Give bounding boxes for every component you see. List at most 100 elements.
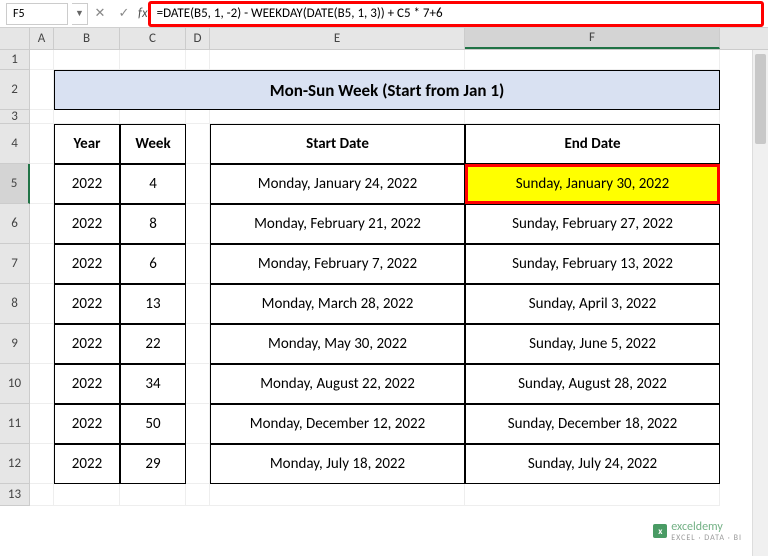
cell-B9[interactable]: 2022 (54, 324, 120, 364)
row-header-11[interactable]: 11 (0, 404, 30, 444)
cell-D10[interactable] (186, 364, 210, 404)
cell-A10[interactable] (30, 364, 54, 404)
cell-E12[interactable]: Monday, July 18, 2022 (210, 444, 465, 484)
cell-E5[interactable]: Monday, January 24, 2022 (210, 164, 465, 204)
cell-F5[interactable]: Sunday, January 30, 2022 (465, 164, 720, 204)
row-header-10[interactable]: 10 (0, 364, 30, 404)
cell-E4[interactable]: Start Date (210, 124, 465, 164)
cells-area[interactable]: Mon-Sun Week (Start from Jan 1) YearWeek S… (30, 50, 768, 506)
cell-B4[interactable]: Year (54, 124, 120, 164)
cell-E9[interactable]: Monday, May 30, 2022 (210, 324, 465, 364)
cell-D13[interactable] (186, 484, 210, 506)
fx-icon[interactable]: fx (138, 6, 148, 21)
name-box[interactable]: F5 (6, 3, 68, 25)
col-header-D[interactable]: D (186, 28, 210, 49)
cell-E3[interactable] (210, 110, 465, 124)
cell-A4[interactable] (30, 124, 54, 164)
row-header-8[interactable]: 8 (0, 284, 30, 324)
cell-B1[interactable] (54, 50, 120, 70)
col-header-C[interactable]: C (120, 28, 186, 49)
cell-C7[interactable]: 6 (120, 244, 186, 284)
cell-A5[interactable] (30, 164, 54, 204)
cell-D7[interactable] (186, 244, 210, 284)
cell-E13[interactable] (210, 484, 465, 506)
cell-A6[interactable] (30, 204, 54, 244)
cell-B12[interactable]: 2022 (54, 444, 120, 484)
cell-E1[interactable] (210, 50, 465, 70)
row-header-6[interactable]: 6 (0, 204, 30, 244)
cell-D8[interactable] (186, 284, 210, 324)
cell-B8[interactable]: 2022 (54, 284, 120, 324)
cell-A3[interactable] (30, 110, 54, 124)
row-header-9[interactable]: 9 (0, 324, 30, 364)
row-header-13[interactable]: 13 (0, 484, 30, 506)
row-header-5[interactable]: 5 (0, 164, 30, 204)
cell-F4[interactable]: End Date (465, 124, 720, 164)
cell-E10[interactable]: Monday, August 22, 2022 (210, 364, 465, 404)
cell-C11[interactable]: 50 (120, 404, 186, 444)
scrollbar-thumb[interactable] (755, 54, 766, 144)
select-all-corner[interactable] (0, 28, 30, 49)
cell-F12[interactable]: Sunday, July 24, 2022 (465, 444, 720, 484)
cell-B6[interactable]: 2022 (54, 204, 120, 244)
cell-A13[interactable] (30, 484, 54, 506)
cell-F11[interactable]: Sunday, December 18, 2022 (465, 404, 720, 444)
col-header-A[interactable]: A (30, 28, 54, 49)
cell-A1[interactable] (30, 50, 54, 70)
cell-D5[interactable] (186, 164, 210, 204)
cell-E6[interactable]: Monday, February 21, 2022 (210, 204, 465, 244)
cell-D4[interactable] (186, 124, 210, 164)
cell-B2[interactable]: Mon-Sun Week (Start from Jan 1) (54, 70, 720, 110)
cell-F13[interactable] (465, 484, 720, 506)
cell-B7[interactable]: 2022 (54, 244, 120, 284)
vertical-scrollbar[interactable] (752, 50, 768, 556)
cell-F8[interactable]: Sunday, April 3, 2022 (465, 284, 720, 324)
cell-D1[interactable] (186, 50, 210, 70)
cell-F1[interactable] (465, 50, 720, 70)
row-header-1[interactable]: 1 (0, 50, 30, 70)
cell-B3[interactable] (54, 110, 120, 124)
cell-C6[interactable]: 8 (120, 204, 186, 244)
row-header-2[interactable]: 2 (0, 70, 30, 110)
cell-A8[interactable] (30, 284, 54, 324)
cell-C5[interactable]: 4 (120, 164, 186, 204)
cell-D12[interactable] (186, 444, 210, 484)
cell-E8[interactable]: Monday, March 28, 2022 (210, 284, 465, 324)
cell-D11[interactable] (186, 404, 210, 444)
cell-C10[interactable]: 34 (120, 364, 186, 404)
cell-A12[interactable] (30, 444, 54, 484)
cell-A2[interactable] (30, 70, 54, 110)
col-header-B[interactable]: B (54, 28, 120, 49)
cell-E7[interactable]: Monday, February 7, 2022 (210, 244, 465, 284)
cell-B10[interactable]: 2022 (54, 364, 120, 404)
col-header-F[interactable]: F (465, 28, 720, 49)
row-header-3[interactable]: 3 (0, 110, 30, 124)
cell-C8[interactable]: 13 (120, 284, 186, 324)
cell-D6[interactable] (186, 204, 210, 244)
cell-E11[interactable]: Monday, December 12, 2022 (210, 404, 465, 444)
cell-D9[interactable] (186, 324, 210, 364)
cell-B5[interactable]: 2022 (54, 164, 120, 204)
cell-A7[interactable] (30, 244, 54, 284)
cell-B11[interactable]: 2022 (54, 404, 120, 444)
cell-C9[interactable]: 22 (120, 324, 186, 364)
formula-input[interactable]: =DATE(B5, 1, -2) - WEEKDAY(DATE(B5, 1, 3… (150, 3, 762, 25)
cell-C4[interactable]: Week (120, 124, 186, 164)
row-header-7[interactable]: 7 (0, 244, 30, 284)
cell-D3[interactable] (186, 110, 210, 124)
cell-F6[interactable]: Sunday, February 27, 2022 (465, 204, 720, 244)
cell-B13[interactable] (54, 484, 120, 506)
cell-F10[interactable]: Sunday, August 28, 2022 (465, 364, 720, 404)
cell-A11[interactable] (30, 404, 54, 444)
cancel-icon[interactable]: ✕ (88, 3, 112, 25)
row-header-12[interactable]: 12 (0, 444, 30, 484)
cell-A9[interactable] (30, 324, 54, 364)
cell-F9[interactable]: Sunday, June 5, 2022 (465, 324, 720, 364)
col-header-E[interactable]: E (210, 28, 465, 49)
cell-C3[interactable] (120, 110, 186, 124)
cell-C13[interactable] (120, 484, 186, 506)
name-box-dropdown[interactable]: ▼ (72, 3, 88, 25)
cell-C1[interactable] (120, 50, 186, 70)
cell-C12[interactable]: 29 (120, 444, 186, 484)
confirm-icon[interactable]: ✓ (112, 3, 136, 25)
